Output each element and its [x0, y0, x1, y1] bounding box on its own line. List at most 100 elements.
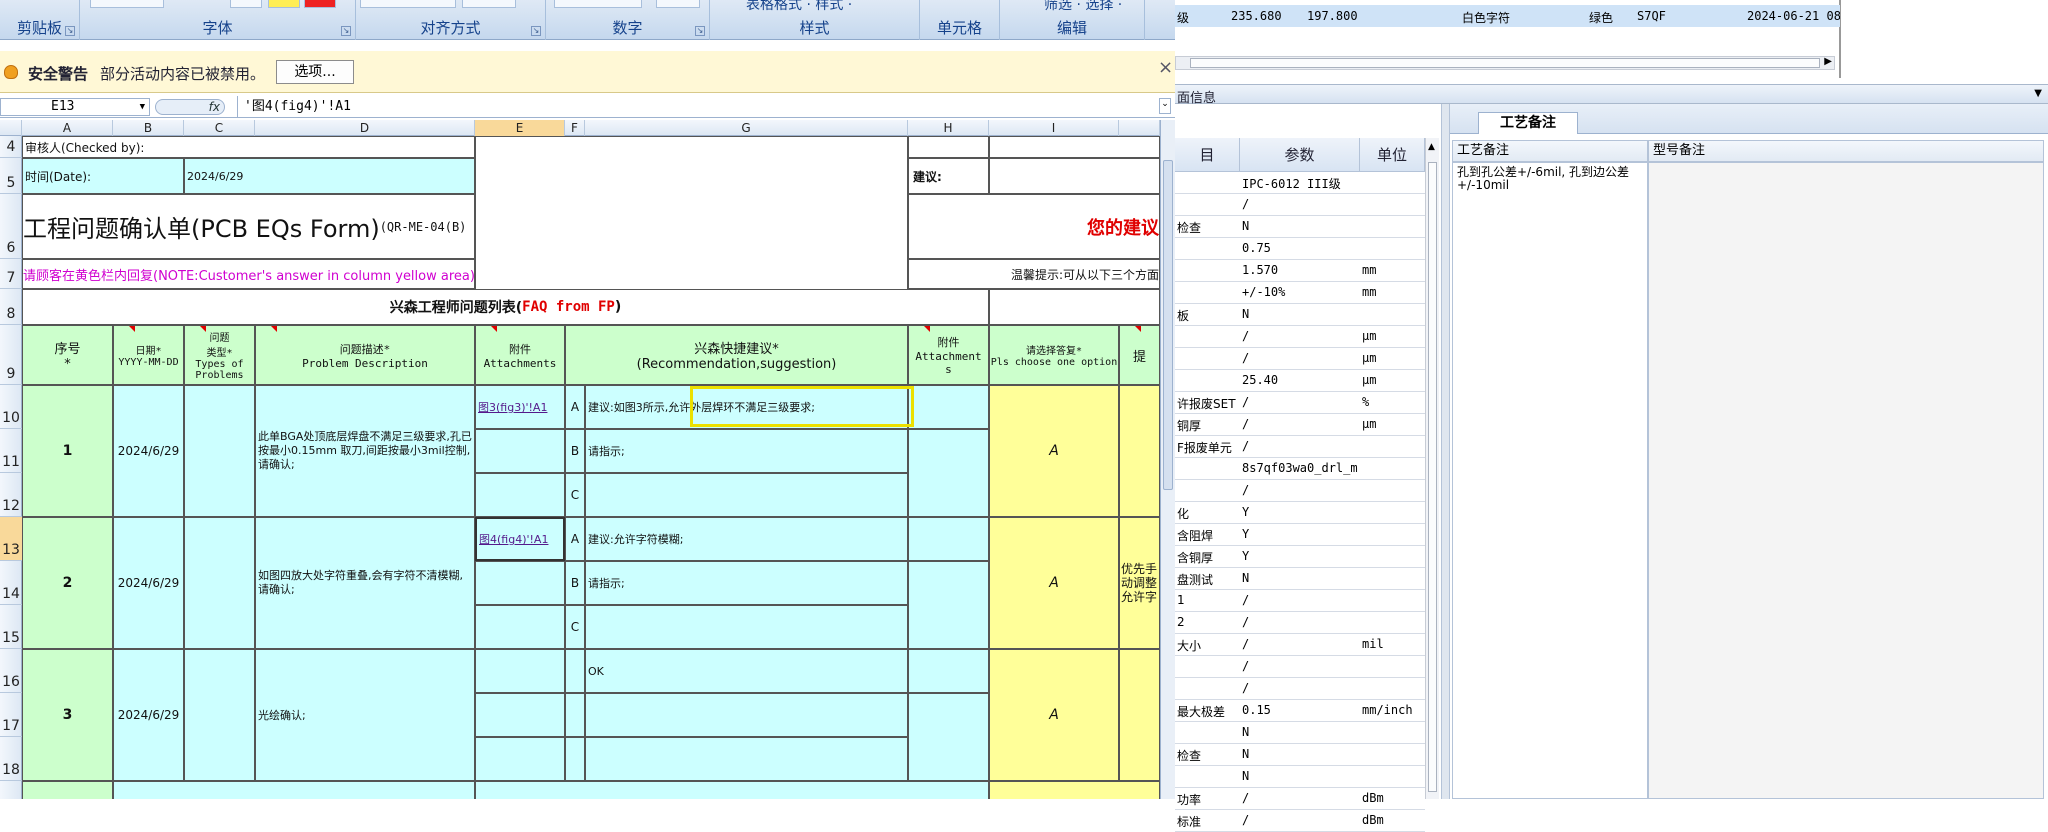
dialog-launcher-icon[interactable]: ↘ [341, 26, 351, 36]
column-header[interactable]: B [113, 120, 184, 136]
param-row[interactable]: 检查 N [1175, 744, 1425, 766]
row-header[interactable]: 7 [0, 259, 22, 289]
row-header[interactable]: 15 [0, 605, 22, 649]
cell[interactable] [908, 649, 989, 693]
fill-color-button[interactable] [268, 0, 300, 8]
table-row[interactable]: 级 235.680 197.800 白色字符 绿色 S7QF 2024-06-2… [1175, 5, 1863, 27]
answer-cell[interactable]: A [989, 385, 1119, 517]
horizontal-scrollbar[interactable]: ▶ [1175, 56, 1835, 70]
param-row[interactable]: 含阻焊 Y [1175, 524, 1425, 546]
time-value-cell[interactable]: 2024/6/29 [184, 158, 475, 194]
column-header[interactable]: C [184, 120, 255, 136]
section-title-cell[interactable]: 兴森工程师问题列表(FAQ from FP) [22, 289, 989, 325]
problem-seq[interactable]: 3 [22, 649, 113, 781]
problem-date[interactable]: 2024/6/29 [113, 649, 184, 781]
ribbon-group-number[interactable]: 数字 ↘ [546, 0, 710, 40]
option-text[interactable]: 请指示; [585, 429, 908, 473]
name-box[interactable]: E13 ▼ [0, 98, 150, 116]
param-row[interactable]: 25.40 μm [1175, 370, 1425, 392]
cell[interactable] [989, 136, 1160, 158]
problem-desc[interactable]: 光绘确认; [255, 649, 475, 781]
note-cell[interactable]: 请顾客在黄色栏内回复(NOTE:Customer's answer in col… [22, 259, 475, 289]
option-text[interactable] [585, 693, 908, 737]
cell[interactable] [989, 289, 1160, 325]
option-text[interactable]: 建议:允许字符模糊; [585, 517, 908, 561]
dialog-launcher-icon[interactable]: ↘ [695, 26, 705, 36]
param-row[interactable]: 标准 / dBm [1175, 810, 1425, 832]
cell[interactable] [475, 473, 565, 517]
param-row[interactable]: / [1175, 194, 1425, 216]
row-header[interactable]: 14 [0, 561, 22, 605]
header-attach[interactable]: 附件 Attachments [475, 325, 565, 385]
param-row[interactable]: 板N [1175, 304, 1425, 326]
chevron-down-icon[interactable]: ▼ [140, 99, 145, 115]
param-row[interactable]: / [1175, 678, 1425, 700]
param-header-unit[interactable]: 单位 [1360, 138, 1425, 172]
dialog-launcher-icon[interactable]: ↘ [531, 26, 541, 36]
row-header[interactable]: 10 [0, 385, 22, 429]
problem-type[interactable] [184, 385, 255, 517]
answer-cell[interactable]: A [989, 517, 1119, 649]
param-row[interactable]: +/-10% mm [1175, 282, 1425, 304]
filter-select-button[interactable]: 筛选 · 选择 · [1044, 0, 1122, 14]
cell[interactable] [908, 136, 989, 158]
header-desc[interactable]: 问题描述* Problem Description [255, 325, 475, 385]
attachment-link[interactable]: 图3(fig3)'!A1 [475, 385, 565, 429]
row-header-selected[interactable]: 13 [0, 517, 22, 561]
close-icon[interactable]: × [1158, 57, 1173, 78]
param-row[interactable]: IPC-6012 III级 [1175, 172, 1425, 194]
param-row[interactable]: / [1175, 480, 1425, 502]
row-header[interactable]: 17 [0, 693, 22, 737]
ribbon-group-cells[interactable]: 单元格 [920, 0, 1000, 40]
option-text[interactable]: OK [585, 649, 908, 693]
scroll-right-icon[interactable]: ▶ [1824, 56, 1832, 67]
problem-seq[interactable]: 1 [22, 385, 113, 517]
param-row[interactable]: / μm [1175, 348, 1425, 370]
cell[interactable] [908, 693, 989, 781]
parameter-scrollbar[interactable]: ▲ [1425, 138, 1439, 799]
problem-date[interactable]: 2024/6/29 [113, 385, 184, 517]
cell[interactable] [113, 781, 475, 799]
option-text[interactable]: 请指示; [585, 561, 908, 605]
param-row[interactable]: 功率 / dBm [1175, 788, 1425, 810]
row-header[interactable]: 8 [0, 289, 22, 325]
scrollbar-thumb[interactable] [1428, 162, 1437, 792]
column-header[interactable]: H [908, 120, 989, 136]
scrollbar-thumb[interactable] [1190, 58, 1820, 68]
column-header[interactable]: I [989, 120, 1119, 136]
scrollbar-thumb[interactable] [1163, 160, 1173, 490]
your-suggest-cell[interactable]: 您的建议 [908, 194, 1160, 259]
attachment-link-text[interactable]: 图3(fig3)'!A1 [478, 399, 547, 415]
option-text[interactable] [585, 737, 908, 781]
form-title-cell[interactable]: 工程问题确认单(PCB EQs Form) (QR-ME-04(B) [22, 194, 475, 259]
option-text[interactable] [585, 473, 908, 517]
option-letter[interactable]: C [565, 605, 585, 649]
param-row[interactable]: 含铜厚 Y [1175, 546, 1425, 568]
cell[interactable] [908, 561, 989, 649]
formula-input[interactable]: '图4(fig4)'!A1 [237, 96, 1157, 118]
cell[interactable] [908, 517, 989, 561]
time-label-cell[interactable]: 时间(Date): [22, 158, 184, 194]
column-header[interactable]: A [22, 120, 113, 136]
row-header[interactable]: 4 [0, 136, 22, 158]
vertical-scrollbar[interactable] [1160, 120, 1175, 799]
param-row[interactable]: 1.570 mm [1175, 260, 1425, 282]
extra-cell[interactable] [1119, 385, 1160, 517]
option-letter[interactable]: B [565, 561, 585, 605]
param-row[interactable]: 化Y [1175, 502, 1425, 524]
option-letter[interactable]: B [565, 429, 585, 473]
ribbon-group-font[interactable]: 字体 ↘ [80, 0, 356, 40]
cell[interactable] [908, 385, 989, 429]
model-notes-value[interactable] [1648, 162, 2044, 799]
column-header[interactable]: F [565, 120, 585, 136]
cell[interactable] [475, 605, 565, 649]
chevron-down-icon[interactable]: ▼ [2034, 88, 2042, 99]
ribbon-group-styles[interactable]: 表格格式 · 样式 · 样式 [710, 0, 920, 40]
row-header[interactable]: 5 [0, 158, 22, 194]
param-header-name[interactable]: 目 [1175, 138, 1240, 172]
insert-function-button[interactable]: fx [155, 99, 225, 115]
param-row[interactable]: 8s7qf03wa0_drl_m... [1175, 458, 1425, 480]
problem-desc[interactable]: 此单BGA处顶底层焊盘不满足三级要求,孔已按最小0.15mm 取刀,间距按最小3… [255, 385, 475, 517]
notes-header[interactable]: 工艺备注 [1452, 140, 1648, 162]
merge-button[interactable] [462, 0, 516, 8]
